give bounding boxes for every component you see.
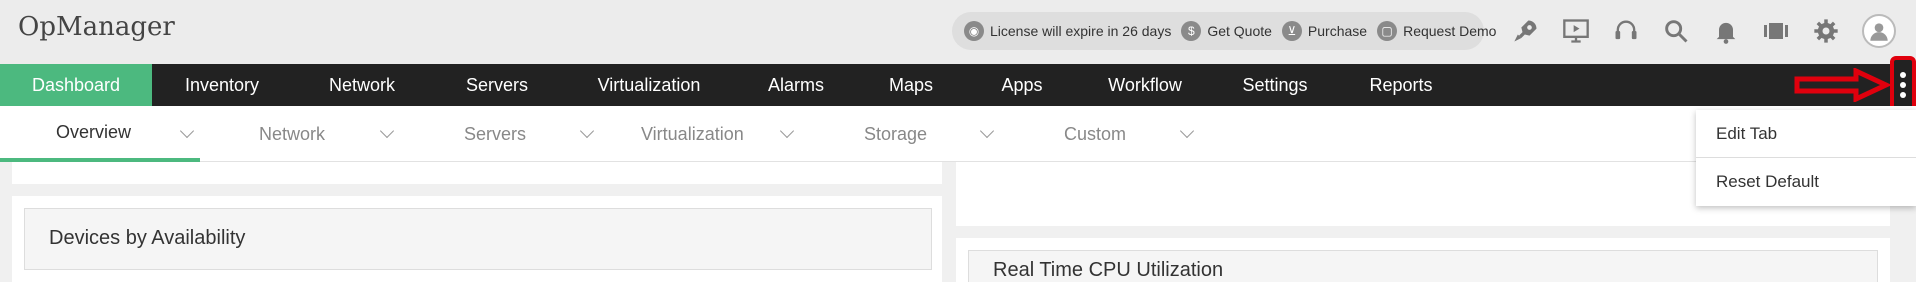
chevron-down-icon[interactable] bbox=[179, 123, 195, 139]
subtab-label: Servers bbox=[464, 123, 527, 144]
chevron-down-icon[interactable] bbox=[1179, 123, 1195, 139]
gear-icon[interactable] bbox=[1812, 15, 1840, 47]
nav-servers[interactable]: Servers bbox=[432, 64, 562, 106]
chevron-down-icon[interactable] bbox=[979, 123, 995, 139]
subtab-servers[interactable]: Servers bbox=[400, 106, 600, 162]
get-quote-label: Get Quote bbox=[1207, 23, 1272, 39]
reset-default-menu-item[interactable]: Reset Default bbox=[1696, 158, 1916, 206]
user-avatar[interactable] bbox=[1862, 14, 1896, 48]
kebab-dot bbox=[1900, 72, 1906, 78]
headset-icon[interactable] bbox=[1612, 15, 1640, 47]
tab-options-menu: Edit Tab Reset Default bbox=[1696, 110, 1916, 206]
request-demo-link[interactable]: ▢ Request Demo bbox=[1377, 21, 1496, 41]
subtab-storage[interactable]: Storage bbox=[800, 106, 1000, 162]
subtab-virtualization[interactable]: Virtualization bbox=[600, 106, 800, 162]
server-icon[interactable] bbox=[1762, 15, 1790, 47]
license-text: License will expire in 26 days bbox=[990, 23, 1172, 39]
purchase-link[interactable]: ⊻ Purchase bbox=[1281, 21, 1368, 41]
widget-header: Real Time CPU Utilization bbox=[968, 250, 1878, 282]
widget-title: Devices by Availability bbox=[49, 227, 246, 249]
cart-icon: ⊻ bbox=[1281, 21, 1302, 41]
main-nav: Dashboard Inventory Network Servers Virt… bbox=[0, 64, 1916, 106]
edit-tab-menu-item[interactable]: Edit Tab bbox=[1696, 110, 1916, 158]
presentation-icon[interactable] bbox=[1562, 15, 1590, 47]
license-bar: ◉ License will expire in 26 days $ Get Q… bbox=[952, 12, 1496, 50]
user-icon bbox=[1870, 23, 1888, 41]
nav-virtualization[interactable]: Virtualization bbox=[562, 64, 736, 106]
annotation-arrow-icon bbox=[1794, 68, 1890, 102]
nav-apps[interactable]: Apps bbox=[966, 64, 1078, 106]
nav-inventory[interactable]: Inventory bbox=[152, 64, 292, 106]
nav-settings[interactable]: Settings bbox=[1212, 64, 1338, 106]
subtab-label: Storage bbox=[864, 123, 928, 144]
top-header: OpManager ◉ License will expire in 26 da… bbox=[0, 0, 1916, 64]
subtab-label: Custom bbox=[1064, 123, 1127, 144]
widget-header: Devices by Availability bbox=[24, 208, 932, 270]
widget-title: Real Time CPU Utilization bbox=[993, 259, 1224, 281]
nav-network[interactable]: Network bbox=[292, 64, 432, 106]
rocket-icon[interactable] bbox=[1512, 15, 1540, 47]
subtab-label: Overview bbox=[56, 121, 132, 142]
kebab-dot bbox=[1900, 92, 1906, 98]
get-quote-link[interactable]: $ Get Quote bbox=[1181, 21, 1272, 41]
subtab-network[interactable]: Network bbox=[200, 106, 400, 162]
chevron-down-icon[interactable] bbox=[579, 123, 595, 139]
demo-icon: ▢ bbox=[1377, 21, 1398, 41]
app-logo[interactable]: OpManager bbox=[18, 12, 175, 42]
top-left-panel bbox=[12, 162, 942, 184]
nav-dashboard[interactable]: Dashboard bbox=[0, 64, 152, 106]
purchase-label: Purchase bbox=[1307, 23, 1368, 39]
cpu-utilization-panel: Real Time CPU Utilization bbox=[956, 238, 1890, 282]
chevron-down-icon[interactable] bbox=[779, 123, 795, 139]
subtab-label: Network bbox=[259, 123, 326, 144]
subtab-custom[interactable]: Custom bbox=[1000, 106, 1200, 162]
license-item[interactable]: ◉ License will expire in 26 days bbox=[964, 21, 1171, 41]
bell-icon[interactable] bbox=[1712, 15, 1740, 47]
nav-maps[interactable]: Maps bbox=[856, 64, 966, 106]
devices-availability-panel: Devices by Availability bbox=[12, 196, 942, 282]
chevron-down-icon[interactable] bbox=[379, 123, 395, 139]
kebab-dot bbox=[1900, 82, 1906, 88]
nav-reports[interactable]: Reports bbox=[1338, 64, 1464, 106]
sub-nav: Overview Network Servers Virtualization … bbox=[0, 106, 1916, 162]
request-demo-label: Request Demo bbox=[1403, 23, 1497, 39]
subtab-overview[interactable]: Overview bbox=[0, 106, 200, 162]
license-icon: ◉ bbox=[964, 21, 984, 41]
nav-workflow[interactable]: Workflow bbox=[1078, 64, 1212, 106]
dollar-icon: $ bbox=[1181, 21, 1202, 41]
search-icon[interactable] bbox=[1662, 15, 1690, 47]
nav-alarms[interactable]: Alarms bbox=[736, 64, 856, 106]
subtab-label: Virtualization bbox=[641, 123, 744, 144]
